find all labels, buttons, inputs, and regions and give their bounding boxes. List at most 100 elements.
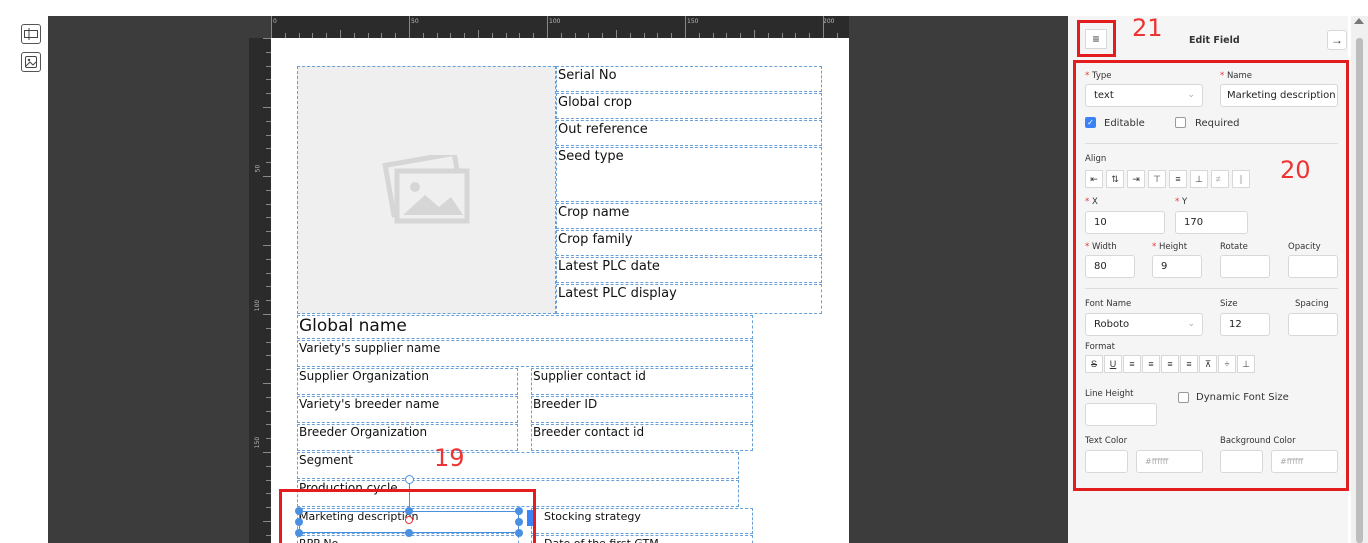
- dynamic-font-size-label: Dynamic Font Size: [1196, 392, 1289, 403]
- underline-button[interactable]: U: [1104, 355, 1122, 373]
- name-input[interactable]: Marketing description: [1220, 84, 1338, 107]
- field-segment[interactable]: Segment: [297, 452, 739, 479]
- text-justify-button[interactable]: ≡: [1180, 355, 1198, 373]
- required-checkbox[interactable]: [1175, 117, 1186, 128]
- ruler-tick: [263, 245, 271, 246]
- image-placeholder[interactable]: [297, 66, 556, 314]
- field-global-crop[interactable]: Global crop: [556, 93, 822, 119]
- vertical-ruler: 50 100 150: [249, 38, 271, 543]
- text-align-left-button[interactable]: ≡: [1123, 355, 1141, 373]
- type-select[interactable]: text ⌄: [1085, 84, 1203, 107]
- align-bottom-button[interactable]: ⊥: [1190, 170, 1208, 188]
- rotation-handle[interactable]: [405, 475, 414, 484]
- dynamic-font-size-checkbox[interactable]: [1178, 392, 1189, 403]
- distribute-vertical-button[interactable]: ∥: [1232, 170, 1250, 188]
- font-name-select[interactable]: Roboto ⌄: [1085, 313, 1203, 336]
- spacing-label: Spacing: [1295, 299, 1329, 309]
- field-stocking-strategy[interactable]: Stocking strategy: [531, 508, 753, 534]
- required-label: Required: [1195, 118, 1240, 129]
- y-input[interactable]: 170: [1175, 211, 1248, 234]
- field-crop-family[interactable]: Crop family: [556, 230, 822, 256]
- arrow-right-icon: →: [1331, 33, 1343, 47]
- field-first-gtm[interactable]: Date of the first GTM: [531, 535, 753, 543]
- height-input[interactable]: 9: [1152, 255, 1202, 278]
- panel-title: Edit Field: [1189, 35, 1240, 46]
- annotation-frame-19: [279, 489, 536, 543]
- collapse-panel-button[interactable]: →: [1327, 30, 1347, 50]
- field-serial-no[interactable]: Serial No: [556, 66, 822, 92]
- valign-middle-button[interactable]: ÷: [1218, 355, 1236, 373]
- width-label: * Width: [1085, 242, 1117, 252]
- report-page: Serial No Global crop Out reference Seed…: [271, 38, 849, 543]
- field-variety-supplier-name[interactable]: Variety's supplier name: [297, 340, 753, 367]
- align-label: Align: [1085, 154, 1107, 164]
- field-breeder-contact-id[interactable]: Breeder contact id: [531, 424, 753, 451]
- ruler-tick: [263, 107, 271, 108]
- ruler-tick: [263, 452, 271, 453]
- align-top-button[interactable]: ⊤: [1148, 170, 1166, 188]
- text-align-right-button[interactable]: ≡: [1161, 355, 1179, 373]
- field-out-reference[interactable]: Out reference: [556, 120, 822, 146]
- field-seed-type[interactable]: Seed type: [556, 147, 822, 202]
- y-label: * Y: [1175, 197, 1188, 207]
- valign-bottom-icon: ⊥: [1242, 358, 1250, 369]
- ruler-tick: [263, 38, 271, 39]
- field-global-name[interactable]: Global name: [297, 315, 753, 339]
- x-input[interactable]: 10: [1085, 211, 1165, 234]
- valign-bottom-button[interactable]: ⊥: [1237, 355, 1255, 373]
- spacing-input[interactable]: [1288, 313, 1338, 336]
- ruler-label: 200: [823, 18, 835, 25]
- divider: [1085, 143, 1338, 144]
- line-height-label: Line Height: [1085, 389, 1134, 399]
- text-color-label: Text Color: [1085, 436, 1128, 446]
- strikethrough-icon: S: [1090, 359, 1097, 369]
- align-right-button[interactable]: ⇥: [1127, 170, 1145, 188]
- field-breeder-organization[interactable]: Breeder Organization: [297, 424, 518, 451]
- ruler-tick: [685, 16, 686, 38]
- ruler-label: 100: [549, 18, 561, 25]
- size-input[interactable]: 12: [1220, 313, 1270, 336]
- align-middle-button[interactable]: ≡: [1169, 170, 1187, 188]
- background-color-input[interactable]: #ffffff: [1271, 450, 1338, 473]
- image-tool-button[interactable]: [21, 52, 41, 72]
- scrollbar-thumb[interactable]: [1356, 38, 1363, 543]
- editable-checkbox[interactable]: ✓: [1085, 117, 1096, 128]
- ruler-label: 0: [273, 18, 277, 25]
- field-breeder-id[interactable]: Breeder ID: [531, 396, 753, 423]
- chevron-down-icon: ⌄: [1187, 319, 1195, 329]
- text-color-swatch[interactable]: [1085, 450, 1128, 473]
- hamburger-icon: ≡: [1092, 32, 1100, 46]
- field-crop-name[interactable]: Crop name: [556, 203, 822, 229]
- align-center-horizontal-icon: ⇅: [1111, 173, 1119, 184]
- distribute-vertical-icon: ∥: [1238, 173, 1244, 184]
- distribute-horizontal-button[interactable]: ≢: [1211, 170, 1229, 188]
- align-left-button[interactable]: ⇤: [1085, 170, 1103, 188]
- field-latest-plc-display[interactable]: Latest PLC display: [556, 284, 822, 314]
- text-color-input[interactable]: #ffffff: [1136, 450, 1203, 473]
- scroll-up-icon[interactable]: [1354, 18, 1364, 24]
- valign-top-button[interactable]: ⊼: [1199, 355, 1217, 373]
- ruler-label: 50: [254, 164, 262, 173]
- font-name-label: Font Name: [1085, 299, 1132, 309]
- rotate-input[interactable]: [1220, 255, 1270, 278]
- text-field-tool-button[interactable]: [21, 24, 41, 44]
- line-height-input[interactable]: [1085, 403, 1157, 426]
- menu-button[interactable]: ≡: [1085, 29, 1107, 49]
- text-align-center-button[interactable]: ≡: [1142, 355, 1160, 373]
- underline-icon: U: [1109, 359, 1117, 369]
- field-variety-breeder-name[interactable]: Variety's breeder name: [297, 396, 518, 423]
- ruler-tick: [263, 314, 271, 315]
- align-center-h-button[interactable]: ⇅: [1106, 170, 1124, 188]
- field-latest-plc-date[interactable]: Latest PLC date: [556, 257, 822, 283]
- opacity-input[interactable]: [1288, 255, 1338, 278]
- background-color-swatch[interactable]: [1220, 450, 1263, 473]
- strikethrough-button[interactable]: S: [1085, 355, 1103, 373]
- field-supplier-contact-id[interactable]: Supplier contact id: [531, 368, 753, 395]
- align-top-icon: ⊤: [1153, 173, 1161, 184]
- width-input[interactable]: 80: [1085, 255, 1135, 278]
- ruler-label: 100: [254, 299, 262, 312]
- ruler-tick: [823, 16, 824, 38]
- text-align-center-icon: ≡: [1148, 359, 1154, 369]
- field-supplier-organization[interactable]: Supplier Organization: [297, 368, 518, 395]
- text-align-right-icon: ≡: [1167, 359, 1173, 369]
